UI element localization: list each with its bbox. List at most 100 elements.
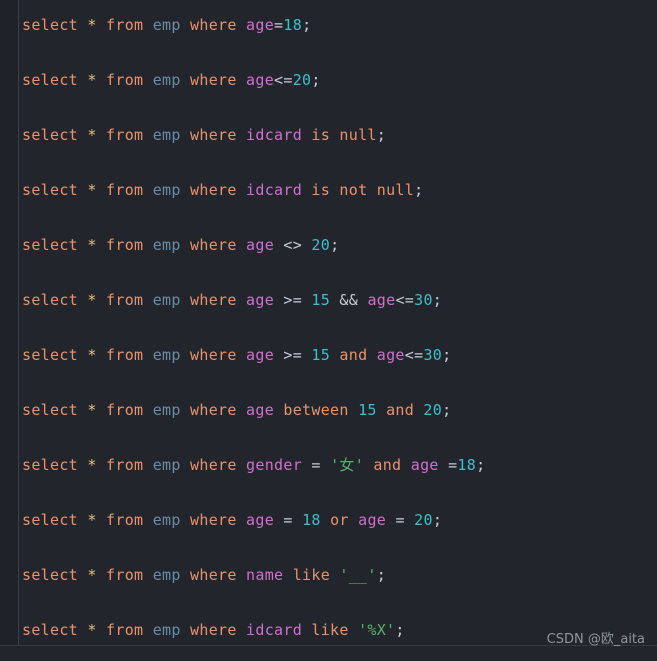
token-column: age bbox=[246, 346, 275, 364]
token-table: emp bbox=[152, 181, 181, 199]
token-operator: = bbox=[311, 456, 321, 474]
token-number: 30 bbox=[423, 346, 443, 364]
token-punct: ; bbox=[476, 456, 486, 474]
token-operator: = bbox=[274, 16, 284, 34]
token-operator: = bbox=[395, 511, 405, 529]
code-line-blank[interactable] bbox=[22, 425, 657, 453]
code-line[interactable]: select * from emp where age<=20; bbox=[22, 67, 657, 95]
token-punct: ; bbox=[302, 16, 312, 34]
token-star: * bbox=[87, 16, 97, 34]
token-keyword: where bbox=[190, 456, 237, 474]
code-line[interactable]: select * from emp where idcard is null; bbox=[22, 122, 657, 150]
code-line-blank[interactable] bbox=[22, 205, 657, 233]
code-line-blank[interactable] bbox=[22, 95, 657, 123]
token-keyword: select bbox=[22, 621, 78, 639]
code-content[interactable]: select * from emp where age=18; select *… bbox=[22, 0, 657, 645]
token-number: 18 bbox=[283, 16, 303, 34]
token-number: 18 bbox=[302, 511, 321, 529]
token-punct: ; bbox=[376, 126, 387, 144]
token-table: emp bbox=[152, 236, 181, 254]
token-string: '%X' bbox=[358, 621, 396, 639]
token-keyword: from bbox=[106, 456, 144, 474]
token-star: * bbox=[87, 401, 97, 419]
token-keyword: where bbox=[190, 71, 237, 89]
token-column: age bbox=[358, 511, 387, 529]
code-line[interactable]: select * from emp where age <> 20; bbox=[22, 232, 657, 260]
token-table: emp bbox=[152, 511, 181, 529]
code-line[interactable]: select * from emp where age >= 15 and ag… bbox=[22, 342, 657, 370]
token-operator: <= bbox=[404, 346, 424, 364]
code-line[interactable]: select * from emp where age >= 15 && age… bbox=[22, 287, 657, 315]
token-operator: >= bbox=[283, 291, 303, 309]
token-operator: <= bbox=[395, 291, 415, 309]
code-line-blank[interactable] bbox=[22, 260, 657, 288]
code-line-blank[interactable] bbox=[22, 315, 657, 343]
code-line-blank[interactable] bbox=[22, 590, 657, 618]
code-line-blank[interactable] bbox=[22, 480, 657, 508]
token-number: 18 bbox=[457, 456, 477, 474]
token-punct: ; bbox=[432, 511, 443, 529]
code-line-blank[interactable] bbox=[22, 150, 657, 178]
sql-code-editor[interactable]: select * from emp where age=18; select *… bbox=[0, 0, 657, 661]
token-punct: ; bbox=[376, 566, 387, 584]
token-keyword: select bbox=[22, 456, 78, 474]
code-line-blank[interactable] bbox=[22, 370, 657, 398]
csdn-watermark: CSDN @欧_aita bbox=[546, 632, 645, 647]
token-number: 20 bbox=[292, 71, 312, 89]
code-line[interactable]: select * from emp where idcard is not nu… bbox=[22, 177, 657, 205]
token-punct: ; bbox=[442, 346, 452, 364]
token-keyword: from bbox=[106, 181, 144, 199]
token-star: * bbox=[87, 346, 97, 364]
token-keyword: like bbox=[292, 566, 331, 584]
token-keyword: select bbox=[22, 291, 78, 309]
code-line[interactable]: select * from emp where gender = '女' and… bbox=[22, 452, 657, 480]
token-keyword: from bbox=[106, 236, 144, 254]
token-keyword: and bbox=[386, 401, 415, 419]
token-table: emp bbox=[152, 126, 181, 144]
token-keyword: from bbox=[106, 401, 144, 419]
token-column: age bbox=[246, 291, 275, 309]
code-line[interactable]: select * from emp where age=18; bbox=[22, 12, 657, 40]
code-line[interactable]: select * from emp where name like '__'; bbox=[22, 562, 657, 590]
code-line[interactable]: select * from emp where age = 18 or age … bbox=[22, 507, 657, 535]
token-column: age bbox=[410, 456, 439, 474]
code-line-blank[interactable] bbox=[22, 40, 657, 68]
token-star: * bbox=[87, 291, 97, 309]
token-punct: ; bbox=[414, 181, 424, 199]
code-line[interactable]: select * from emp where age between 15 a… bbox=[22, 397, 657, 425]
token-keyword: like bbox=[311, 621, 349, 639]
token-column: name bbox=[246, 566, 284, 584]
code-line-blank[interactable] bbox=[22, 535, 657, 563]
token-keyword: or bbox=[330, 511, 349, 529]
token-punct: ; bbox=[442, 401, 452, 419]
token-keyword: select bbox=[22, 511, 78, 529]
